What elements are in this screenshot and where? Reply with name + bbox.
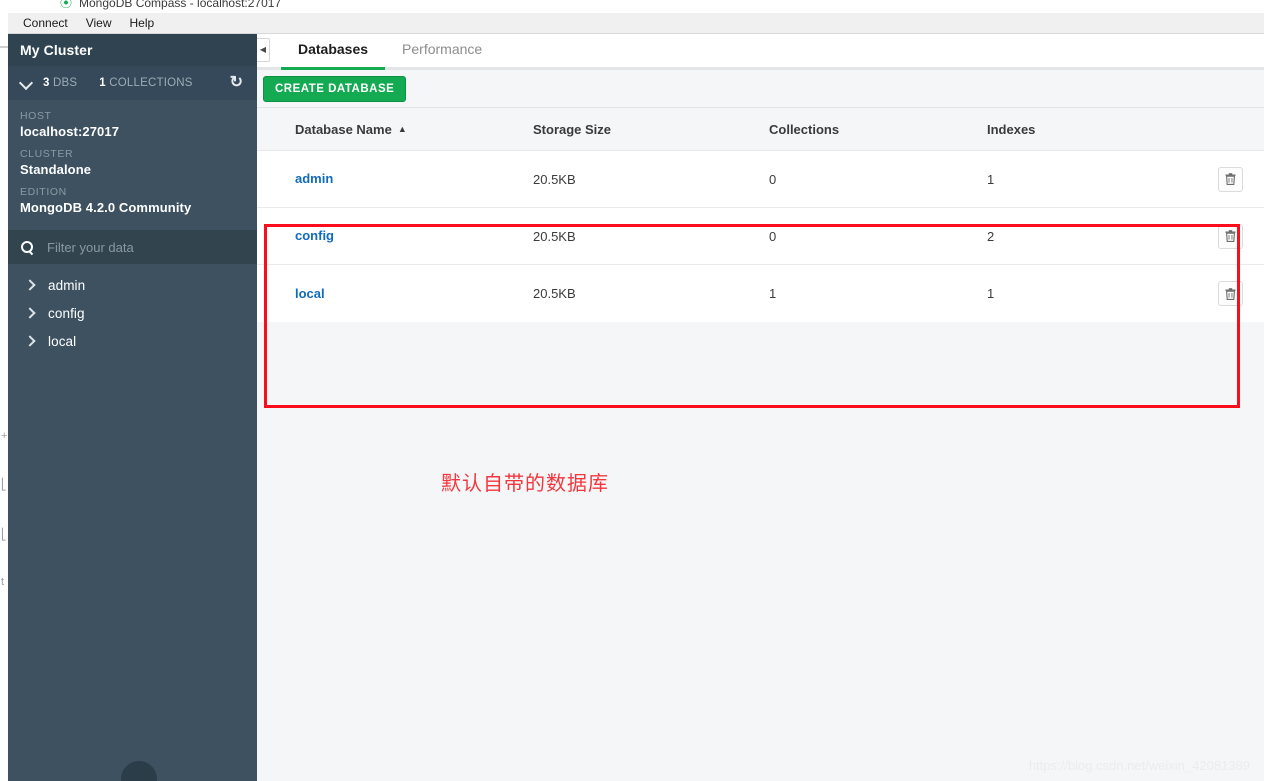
cell-storage-size: 20.5KB [533, 286, 576, 301]
column-header-database-name[interactable]: Database Name ▲ [257, 122, 533, 137]
menu-item-view[interactable]: View [80, 14, 120, 32]
sidebar-cluster-header: My Cluster [8, 34, 257, 66]
watermark-text: https://blog.csdn.net/weixin_42081389 [1028, 758, 1250, 773]
host-label: HOST [20, 110, 52, 122]
column-header-storage-size[interactable]: Storage Size [533, 122, 769, 137]
cell-collections: 0 [769, 228, 777, 244]
cluster-value: Standalone [20, 162, 92, 177]
table-row: admin 20.5KB 0 1 [257, 151, 1264, 208]
sidebar-stats-bar[interactable]: 3 DBS 1 COLLECTIONS ↻ [8, 66, 257, 100]
tabbar: Databases Performance [257, 34, 1264, 70]
sidebar-item-admin[interactable]: admin [8, 271, 257, 299]
mongodb-leaf-icon: ⦿ [60, 0, 73, 10]
collections-count-stat: 1 COLLECTIONS [99, 77, 192, 89]
host-value: localhost:27017 [20, 124, 120, 139]
menubar: Connect View Help [8, 13, 1264, 34]
cell-collections: 0 [769, 171, 777, 187]
filter-input[interactable] [47, 239, 227, 255]
database-link-admin[interactable]: admin [295, 171, 333, 186]
chevron-down-icon[interactable] [20, 77, 33, 90]
cell-actions [1177, 223, 1264, 249]
sort-ascending-icon: ▲ [397, 123, 407, 134]
cell-indexes: 2 [987, 228, 995, 244]
dbs-count-label: DBS [53, 77, 78, 89]
databases-table: Database Name ▲ Storage Size Collections … [257, 108, 1264, 408]
cell-indexes: 1 [987, 171, 995, 187]
cell-database-name: admin [257, 170, 533, 188]
refresh-icon[interactable]: ↻ [230, 75, 243, 91]
sidebar-item-config[interactable]: config [8, 299, 257, 327]
collections-count-label: COLLECTIONS [109, 77, 193, 89]
cell-storage-size: 20.5KB [533, 228, 576, 244]
sidebar: My Cluster 3 DBS 1 COLLECTIONS ↻ HOST lo… [8, 34, 257, 781]
cell-indexes: 1 [987, 286, 995, 301]
search-icon [21, 240, 34, 254]
cell-database-name: config [257, 227, 533, 245]
column-header-indexes[interactable]: Indexes [987, 122, 1177, 137]
cell-actions [1177, 281, 1264, 306]
trash-icon [1225, 230, 1236, 242]
tab-performance[interactable]: Performance [385, 41, 499, 67]
sidebar-item-local[interactable]: local [8, 327, 257, 355]
sidebar-item-label: local [48, 333, 77, 349]
window-title: MongoDB Compass - localhost:27017 [79, 0, 282, 10]
annotation-text: 默认自带的数据库 [441, 471, 609, 495]
database-link-config[interactable]: config [295, 228, 334, 243]
trash-icon [1225, 287, 1236, 300]
table-body: admin 20.5KB 0 1 config 20.5KB 0 2 local… [257, 150, 1264, 322]
sidebar-bottom-bubble [121, 761, 157, 781]
chevron-right-icon[interactable] [25, 280, 35, 290]
collapse-sidebar-button[interactable]: ◀ [257, 38, 270, 62]
cell-actions [1177, 166, 1264, 192]
table-row: config 20.5KB 0 2 [257, 208, 1264, 265]
sidebar-item-label: config [48, 305, 85, 321]
edition-label: EDITION [20, 186, 67, 198]
dbs-count-value: 3 [43, 77, 50, 89]
column-header-label: Database Name [295, 121, 392, 137]
edition-value: MongoDB 4.2.0 Community [20, 200, 192, 215]
delete-database-button[interactable] [1218, 166, 1243, 192]
chevron-right-icon[interactable] [25, 336, 35, 346]
sidebar-connection-info: HOST localhost:27017 CLUSTER Standalone … [8, 100, 257, 223]
trash-icon [1225, 173, 1236, 185]
sidebar-database-list: admin config local [8, 264, 257, 355]
cell-storage-size: 20.5KB [533, 171, 576, 187]
collections-count-value: 1 [99, 77, 106, 89]
delete-database-button[interactable] [1218, 223, 1243, 249]
cell-database-name: local [257, 285, 533, 303]
cluster-label: CLUSTER [20, 148, 74, 160]
chevron-left-icon: ◀ [259, 45, 267, 54]
table-header-row: Database Name ▲ Storage Size Collections … [257, 108, 1264, 150]
tab-databases[interactable]: Databases [281, 41, 386, 70]
window-titlebar: ⦿ MongoDB Compass - localhost:27017 ❐ ✕ [8, 0, 1264, 13]
column-header-collections[interactable]: Collections [769, 122, 987, 137]
sidebar-filter-bar[interactable] [8, 230, 257, 264]
delete-database-button[interactable] [1218, 281, 1243, 306]
cluster-title: My Cluster [20, 42, 93, 58]
sidebar-item-label: admin [48, 277, 86, 293]
database-link-local[interactable]: local [295, 286, 325, 301]
table-row: local 20.5KB 1 1 [257, 265, 1264, 322]
cell-collections: 1 [769, 286, 777, 301]
create-database-button[interactable]: CREATE DATABASE [263, 75, 407, 102]
dbs-count-stat: 3 DBS [43, 77, 77, 89]
menu-item-connect[interactable]: Connect [17, 14, 76, 32]
main-content: Databases Performance CREATE DATABASE Da… [257, 34, 1264, 781]
chevron-right-icon[interactable] [25, 308, 35, 318]
menu-item-help[interactable]: Help [124, 14, 163, 32]
compass-window: + ⎣ ⎣ t ⦿ MongoDB Compass - localhost:27… [0, 0, 1264, 781]
databases-toolbar: CREATE DATABASE [257, 70, 1264, 108]
